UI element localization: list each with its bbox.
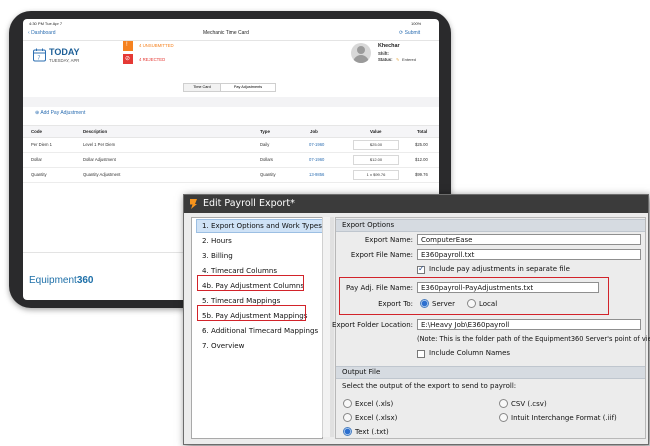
table-row[interactable]: Quantity Quantity Adjustment Quantity 13… — [23, 167, 439, 183]
today-label: TODAY — [49, 47, 80, 57]
calendar-icon: 7 — [33, 48, 46, 62]
logo-prefix: Equipment — [29, 275, 77, 286]
submit-button[interactable]: ⟳ Submit — [399, 30, 420, 36]
cell-job[interactable]: 07-1960 — [309, 137, 324, 152]
nav-item-hours[interactable]: 2. Hours — [202, 236, 232, 245]
alert-unsubmitted[interactable]: 4 UNSUBMITTED — [139, 43, 174, 48]
add-pay-adjustment-label: Add Pay Adjustment — [40, 110, 86, 116]
timecard-header: 7 TODAY TUESDAY, APR ! 4 UNSUBMITTED ⊘ 4… — [23, 41, 439, 101]
output-iif-radio[interactable] — [499, 413, 508, 422]
export-folder-field[interactable]: E:\Heavy Job\E360payroll — [417, 319, 641, 330]
cell-job[interactable]: 13-9856 — [309, 167, 324, 182]
output-xls-radio[interactable] — [343, 399, 352, 408]
output-csv-label: CSV (.csv) — [511, 400, 547, 408]
nav-item-overview[interactable]: 7. Overview — [202, 341, 244, 350]
date-subtitle: TUESDAY, APR — [49, 58, 80, 63]
cell-total: $99.76 — [415, 172, 428, 177]
svg-text:7: 7 — [38, 56, 41, 62]
include-pay-adjustments-label: Include pay adjustments in separate file — [429, 265, 570, 273]
pencil-icon: ✎ — [396, 57, 400, 62]
equipment360-logo: Equipment360 — [29, 275, 94, 286]
include-pay-adjustments-checkbox[interactable] — [417, 264, 425, 274]
cell-description: Level 1 Per Diem — [83, 142, 116, 147]
cell-type: Daily — [260, 142, 270, 147]
step-nav-list: 1. Export Options and Work Types 2. Hour… — [191, 217, 323, 439]
nav-item-timecard-mappings[interactable]: 5. Timecard Mappings — [202, 296, 280, 305]
folder-note: (Note: This is the folder path of the Eq… — [417, 335, 650, 343]
screen-title: Mechanic Time Card — [203, 30, 249, 36]
cell-type: Dollars — [260, 157, 274, 162]
cell-type: Quantity — [260, 172, 276, 177]
status-time: 4:30 PM Tue Apr 7 — [29, 21, 63, 26]
output-xlsx-label: Excel (.xlsx) — [355, 414, 398, 422]
options-panel: Export Options Export Name: ComputerEase… — [332, 217, 650, 439]
edit-payroll-export-dialog: Edit Payroll Export* 1. Export Options a… — [183, 194, 650, 445]
include-column-names-label: Include Column Names — [429, 349, 511, 357]
section-divider — [23, 97, 439, 107]
output-instruction: Select the output of the export to send … — [342, 382, 517, 390]
avatar — [351, 43, 371, 63]
col-job: Job — [310, 129, 318, 134]
user-shift: Shift: — [378, 51, 389, 56]
col-code: Code — [31, 129, 42, 134]
output-txt-label: Text (.txt) — [355, 428, 389, 436]
cell-code: Quantity — [31, 172, 47, 177]
dialog-titlebar[interactable]: Edit Payroll Export* — [184, 195, 648, 213]
add-pay-adjustment-button[interactable]: ⊕ Add Pay Adjustment — [35, 110, 85, 116]
output-csv-radio[interactable] — [499, 399, 508, 408]
nav-item-export-options[interactable]: 1. Export Options and Work Types — [202, 221, 322, 230]
include-column-names-checkbox[interactable] — [417, 350, 425, 358]
back-label: Dashboard — [31, 30, 56, 36]
nav-item-timecard-columns[interactable]: 4. Timecard Columns — [202, 266, 277, 275]
user-status-label: Status: — [378, 57, 393, 62]
cell-total: $25.00 — [415, 142, 428, 147]
output-xls-label: Excel (.xls) — [355, 400, 394, 408]
nav-item-billing[interactable]: 3. Billing — [202, 251, 233, 260]
cell-description: Dollar Adjustment — [83, 157, 116, 162]
export-folder-label: Export Folder Location: — [332, 321, 413, 329]
export-options-header: Export Options — [336, 219, 645, 232]
highlight-pay-adjustment-columns — [197, 275, 304, 291]
cell-value[interactable]: $12.00 — [353, 155, 399, 165]
user-status-value: Entered — [402, 57, 417, 62]
cell-total: $12.00 — [415, 157, 428, 162]
warning-icon: ! — [123, 41, 133, 51]
logo-suffix: 360 — [76, 275, 94, 286]
tab-pay-adjustments[interactable]: Pay Adjustments — [220, 83, 276, 92]
back-button[interactable]: ‹ Dashboard — [28, 30, 56, 36]
user-name: Khechar — [378, 43, 400, 49]
output-iif-label: Intuit Interchange Format (.iif) — [511, 414, 617, 422]
nav-item-additional-timecard-mappings[interactable]: 6. Additional Timecard Mappings — [202, 326, 318, 335]
col-type: Type — [260, 129, 270, 134]
alert-rejected[interactable]: 4 REJECTED — [139, 57, 165, 62]
rejected-icon: ⊘ — [123, 54, 133, 64]
cell-job[interactable]: 07-1960 — [309, 152, 324, 167]
cell-description: Quantity Adjustment — [83, 172, 121, 177]
col-description: Description — [83, 129, 108, 134]
submit-label: Submit — [404, 30, 421, 36]
output-xlsx-radio[interactable] — [343, 413, 352, 422]
cell-value[interactable]: $25.00 — [353, 140, 399, 150]
dialog-title: Edit Payroll Export* — [203, 198, 295, 209]
cell-code: Per Diem 1 — [31, 142, 52, 147]
col-total: Total — [417, 129, 428, 134]
table-row[interactable]: Dollar Dollar Adjustment Dollars 07-1960… — [23, 152, 439, 168]
export-file-name-field[interactable]: E360payroll.txt — [417, 249, 641, 260]
export-name-label: Export Name: — [364, 236, 413, 244]
highlight-pay-adjustment-mappings — [197, 305, 306, 321]
status-battery: 100% — [411, 21, 422, 26]
export-file-name-label: Export File Name: — [350, 251, 413, 259]
highlight-pay-adj-file-options — [339, 277, 609, 315]
export-name-field[interactable]: ComputerEase — [417, 234, 641, 245]
tab-time-card[interactable]: Time Card — [183, 83, 221, 92]
col-value: Value — [370, 129, 382, 134]
app-icon — [190, 199, 197, 209]
table-row[interactable]: Per Diem 1 Level 1 Per Diem Daily 07-196… — [23, 137, 439, 153]
output-file-header: Output File — [336, 366, 645, 379]
nav-bar: ‹ Dashboard Mechanic Time Card ⟳ Submit — [23, 28, 439, 41]
cell-code: Dollar — [31, 157, 42, 162]
status-bar: 4:30 PM Tue Apr 7 100% — [23, 19, 439, 27]
output-txt-radio[interactable] — [343, 427, 352, 436]
cell-value[interactable]: 1 x $99.76 — [353, 170, 399, 180]
